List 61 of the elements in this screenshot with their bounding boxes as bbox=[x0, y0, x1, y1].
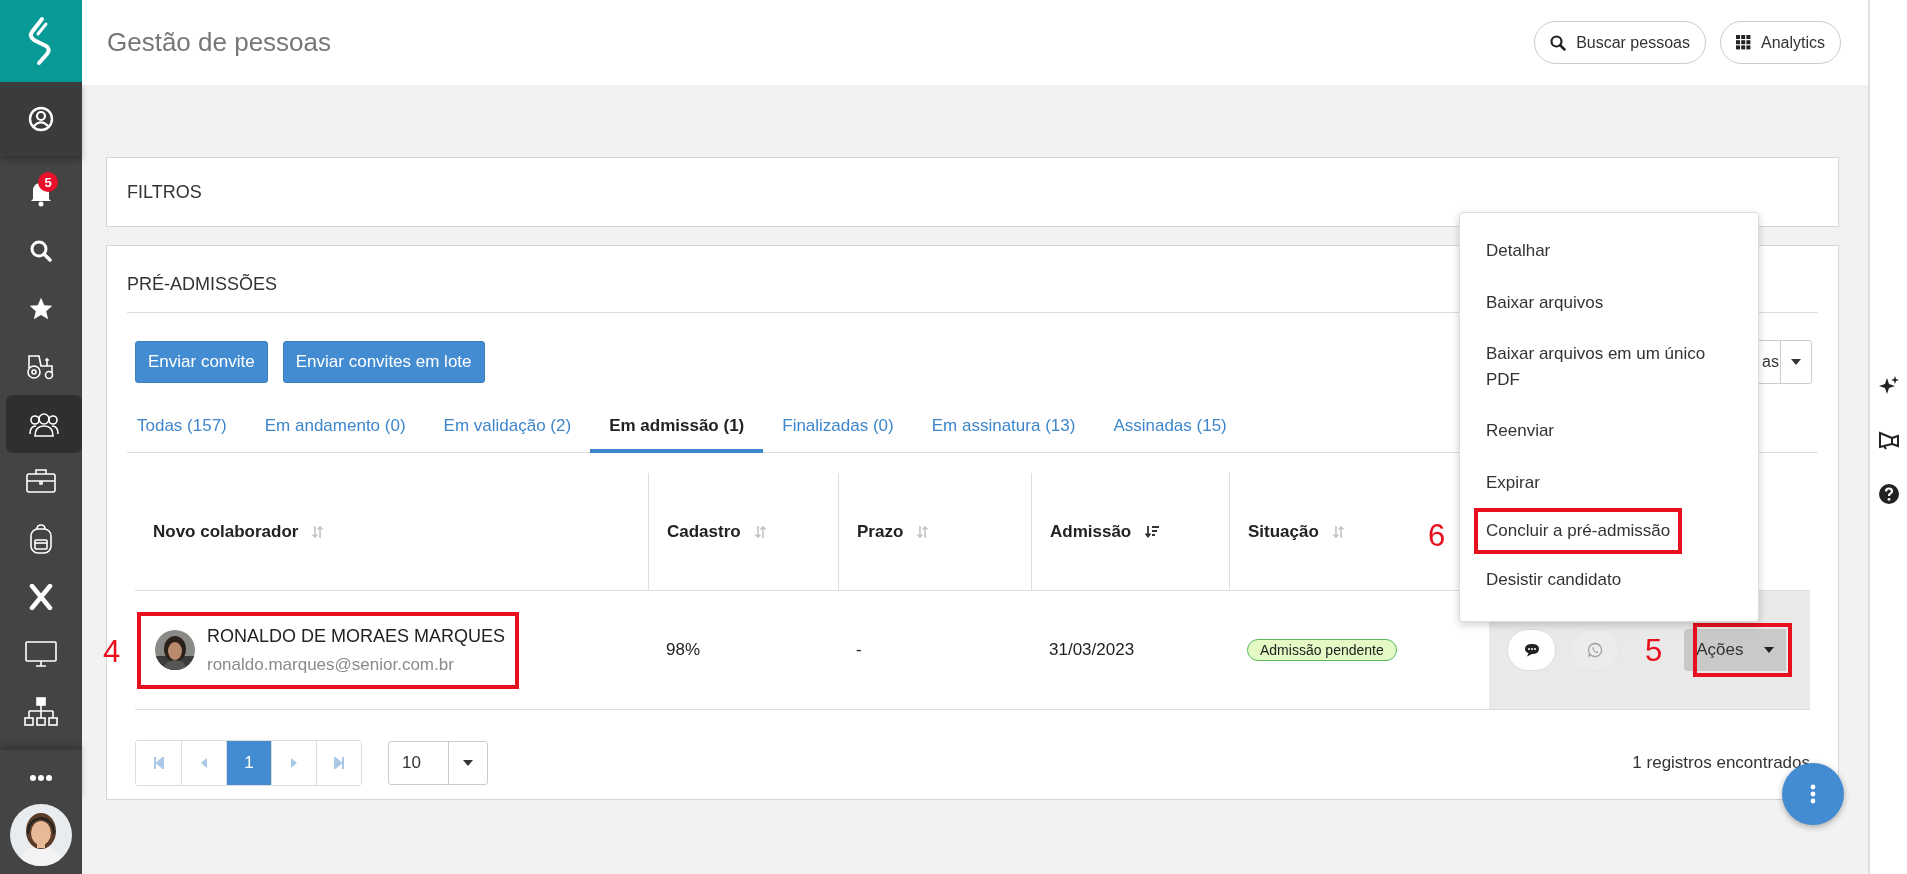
collaborator-email: ronaldo.marques@senior.com.br bbox=[207, 654, 455, 675]
more-icon bbox=[29, 773, 53, 782]
next-icon bbox=[291, 758, 297, 768]
column-header[interactable]: Cadastro bbox=[648, 473, 838, 590]
menu-item[interactable]: Reenviar bbox=[1460, 405, 1758, 457]
table-cell: - bbox=[856, 640, 862, 660]
notification-badge: 5 bbox=[38, 172, 58, 193]
menu-item[interactable]: Detalhar bbox=[1460, 225, 1758, 277]
user-icon bbox=[28, 106, 54, 133]
status-tab[interactable]: Em assinatura (13) bbox=[912, 406, 1095, 453]
status-tab[interactable]: Assinadas (15) bbox=[1094, 406, 1246, 453]
grid-icon bbox=[1735, 35, 1751, 50]
menu-item[interactable]: Baixar arquivos bbox=[1460, 276, 1758, 328]
status-badge: Admissão pendente bbox=[1247, 639, 1397, 661]
caret-icon bbox=[1791, 359, 1801, 365]
column-header[interactable]: Admissão bbox=[1031, 473, 1229, 590]
vertical-dots-icon bbox=[1810, 784, 1816, 804]
search-icon bbox=[29, 238, 53, 263]
status-tab[interactable]: Todas (157) bbox=[127, 406, 246, 453]
send-batch-invites-button[interactable]: Enviar convites em lote bbox=[282, 341, 485, 383]
table-cell: 31/03/2023 bbox=[1049, 640, 1135, 660]
send-invite-button[interactable]: Enviar convite bbox=[135, 341, 268, 383]
panel-title: PRÉ-ADMISSÕES bbox=[127, 273, 278, 296]
bell-nav-button[interactable]: 5 bbox=[0, 164, 82, 223]
step-number: 6 bbox=[1428, 520, 1446, 551]
page-button[interactable]: 1 bbox=[226, 741, 271, 785]
filters-title[interactable]: FILTROS bbox=[127, 181, 202, 203]
monitor-icon bbox=[24, 640, 58, 669]
help-icon bbox=[1878, 484, 1899, 504]
page-size-select[interactable]: 10 bbox=[388, 741, 488, 785]
status-tab[interactable]: Em validação (2) bbox=[424, 406, 591, 453]
search-icon bbox=[1550, 34, 1567, 51]
column-header[interactable]: Novo colaborador bbox=[135, 473, 648, 590]
first-page-icon bbox=[153, 757, 164, 769]
search-people-button[interactable]: Buscar pessoas bbox=[1534, 21, 1706, 64]
caret-icon bbox=[463, 760, 473, 766]
record-count: 1 registros encontrados bbox=[1632, 753, 1810, 773]
page-title: Gestão de pessoas bbox=[107, 27, 333, 58]
briefcase-icon bbox=[25, 468, 57, 495]
status-tab[interactable]: Finalizadas (0) bbox=[763, 406, 913, 453]
actions-dropdown-button[interactable]: Ações bbox=[1684, 629, 1786, 671]
whatsapp-icon bbox=[1586, 642, 1603, 658]
people-nav-button[interactable] bbox=[6, 395, 82, 453]
chat-button[interactable] bbox=[1507, 629, 1556, 671]
caret-icon bbox=[1763, 647, 1774, 653]
analytics-button[interactable]: Analytics bbox=[1719, 21, 1841, 64]
step-number: 4 bbox=[103, 635, 121, 667]
table-cell: 98% bbox=[666, 640, 701, 660]
chat-icon bbox=[1523, 643, 1540, 657]
collaborator-name: RONALDO DE MORAES MARQUES bbox=[207, 625, 506, 647]
backpack-icon bbox=[28, 524, 54, 555]
sparkle-icon bbox=[1878, 376, 1899, 396]
status-tab[interactable]: Em andamento (0) bbox=[245, 406, 425, 453]
x-icon bbox=[29, 583, 53, 610]
org-chart-icon bbox=[24, 697, 58, 728]
status-tab[interactable]: Em admissão (1) bbox=[590, 406, 764, 453]
megaphone-icon bbox=[1877, 430, 1900, 450]
last-page-icon bbox=[334, 757, 344, 769]
step-number: 5 bbox=[1645, 634, 1663, 666]
previous-icon bbox=[201, 758, 207, 768]
column-header[interactable]: Prazo bbox=[838, 473, 1031, 590]
